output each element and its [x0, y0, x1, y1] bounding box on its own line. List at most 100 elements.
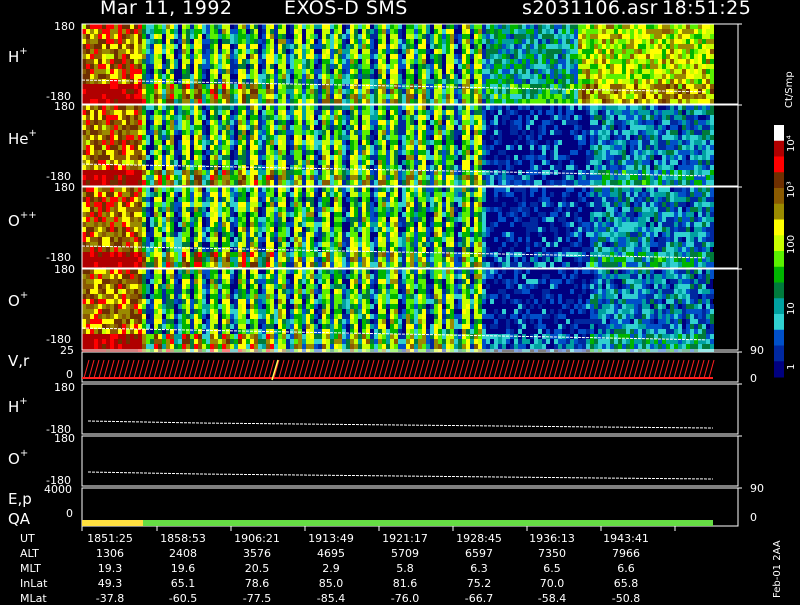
heatmap-cell [402, 135, 406, 140]
heatmap-cell [638, 175, 642, 180]
heatmap-cell [150, 64, 154, 69]
heatmap-cell [682, 125, 686, 130]
heatmap-cell [450, 39, 454, 44]
heatmap-cell [338, 160, 342, 165]
heatmap-cell [394, 94, 398, 99]
heatmap-cell [434, 39, 438, 44]
heatmap-cell [386, 120, 390, 125]
heatmap-cell [386, 44, 390, 49]
heatmap-cell [110, 262, 114, 267]
heatmap-cell [406, 145, 410, 150]
heatmap-cell [350, 125, 354, 130]
heatmap-cell [530, 155, 534, 160]
heatmap-cell [654, 110, 658, 115]
heatmap-cell [450, 165, 454, 170]
heatmap-cell [306, 180, 310, 185]
heatmap-cell [530, 39, 534, 44]
heatmap-cell [662, 115, 666, 120]
heatmap-cell [338, 79, 342, 84]
heatmap-cell [390, 54, 394, 59]
heatmap-cell [422, 180, 426, 185]
heatmap-cell [266, 34, 270, 39]
heatmap-cell [682, 44, 686, 49]
heatmap-cell [638, 24, 642, 29]
heatmap-cell [422, 39, 426, 44]
heatmap-cell [226, 94, 230, 99]
heatmap-cell [86, 227, 90, 232]
heatmap-cell [122, 105, 126, 110]
heatmap-cell [234, 175, 238, 180]
heatmap-cell [110, 217, 114, 222]
heatmap-cell [570, 170, 574, 175]
heatmap-cell [298, 105, 302, 110]
heatmap-cell [394, 155, 398, 160]
heatmap-cell [634, 125, 638, 130]
heatmap-cell [274, 84, 278, 89]
heatmap-cell [450, 64, 454, 69]
heatmap-cell [310, 29, 314, 34]
heatmap-cell [438, 24, 442, 29]
heatmap-cell [234, 150, 238, 155]
heatmap-cell [658, 140, 662, 145]
heatmap-cell [394, 130, 398, 135]
heatmap-cell [598, 155, 602, 160]
heatmap-cell [334, 74, 338, 79]
heatmap-cell [350, 64, 354, 69]
heatmap-cell [118, 227, 122, 232]
heatmap-cell [286, 140, 290, 145]
heatmap-cell [318, 74, 322, 79]
heatmap-cell [462, 89, 466, 94]
heatmap-cell [614, 59, 618, 64]
heatmap-cell [522, 105, 526, 110]
heatmap-cell [326, 110, 330, 115]
heatmap-cell [270, 115, 274, 120]
heatmap-cell [550, 105, 554, 110]
heatmap-cell [602, 165, 606, 170]
heatmap-cell [134, 39, 138, 44]
heatmap-cell [418, 24, 422, 29]
heatmap-cell [622, 160, 626, 165]
heatmap-cell [358, 135, 362, 140]
heatmap-cell [442, 145, 446, 150]
heatmap-cell [314, 89, 318, 94]
heatmap-cell [562, 120, 566, 125]
heatmap-cell [234, 59, 238, 64]
heatmap-cell [434, 135, 438, 140]
heatmap-cell [438, 59, 442, 64]
heatmap-cell [594, 39, 598, 44]
heatmap-cell [414, 59, 418, 64]
heatmap-cell [694, 115, 698, 120]
heatmap-cell [98, 120, 102, 125]
heatmap-cell [506, 44, 510, 49]
heatmap-cell [378, 44, 382, 49]
heatmap-cell [530, 69, 534, 74]
heatmap-cell [274, 49, 278, 54]
heatmap-cell [506, 105, 510, 110]
heatmap-cell [182, 175, 186, 180]
heatmap-cell [146, 69, 150, 74]
heatmap-cell [358, 24, 362, 29]
heatmap-cell [462, 120, 466, 125]
heatmap-cell [626, 54, 630, 59]
heatmap-cell [214, 110, 218, 115]
heatmap-cell [290, 94, 294, 99]
heatmap-cell [574, 24, 578, 29]
heatmap-cell [142, 49, 146, 54]
heatmap-cell [302, 64, 306, 69]
heatmap-cell [666, 64, 670, 69]
heatmap-cell [266, 59, 270, 64]
heatmap-cell [218, 150, 222, 155]
heatmap-cell [94, 69, 98, 74]
heatmap-cell [690, 115, 694, 120]
heatmap-cell [354, 180, 358, 185]
heatmap-cell [110, 247, 114, 252]
heatmap-cell [690, 74, 694, 79]
heatmap-cell [146, 99, 150, 104]
heatmap-cell [274, 160, 278, 165]
heatmap-cell [550, 24, 554, 29]
heatmap-cell [198, 24, 202, 29]
heatmap-cell [338, 29, 342, 34]
heatmap-cell [178, 49, 182, 54]
heatmap-cell [470, 105, 474, 110]
heatmap-cell [282, 180, 286, 185]
